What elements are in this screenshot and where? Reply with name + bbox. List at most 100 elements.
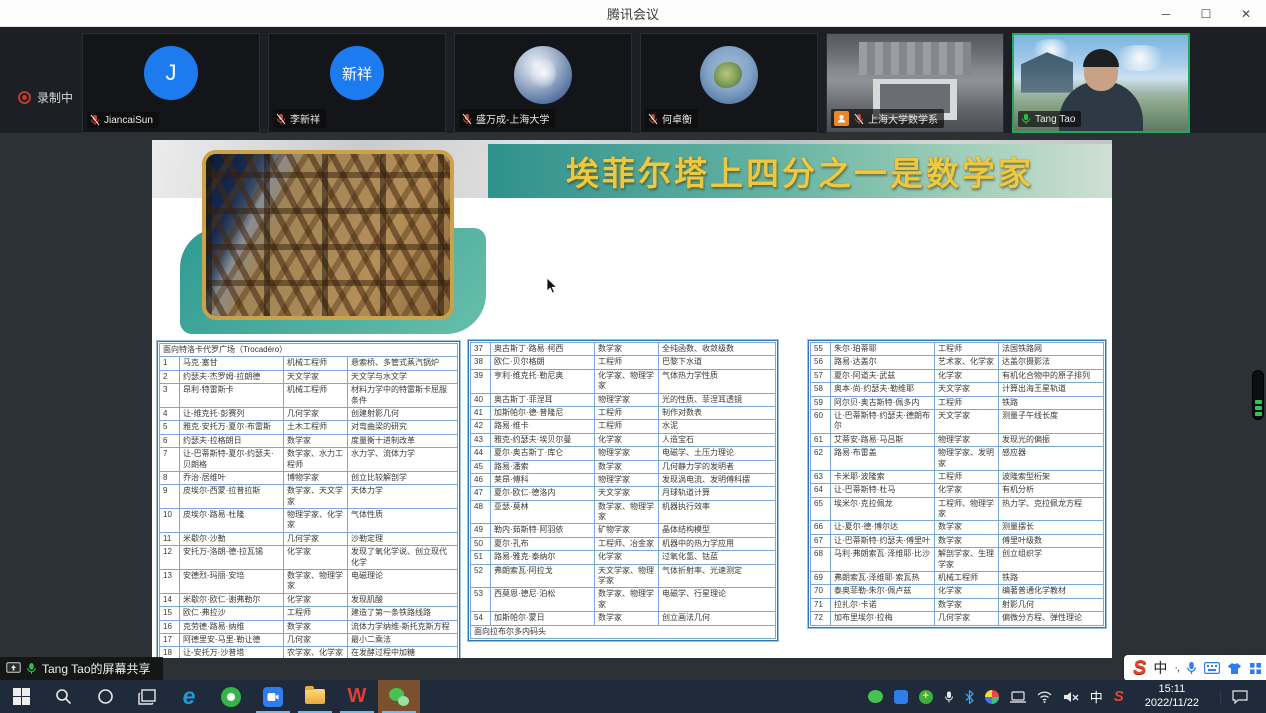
profession-cell: 工程师、冶金家: [595, 537, 659, 550]
table-row: 69弗朗索瓦·泽维耶·索瓦热机械工程师铁路: [811, 572, 1104, 585]
taskbar-edge-button[interactable]: e: [168, 680, 210, 713]
ime-language-toggle[interactable]: 中: [1153, 658, 1167, 678]
taskbar-browser-button[interactable]: [210, 680, 252, 713]
participant-name: 李新祥: [290, 111, 320, 126]
name-cell: 乔治·居维叶: [180, 471, 284, 484]
volume-muted-icon[interactable]: [1063, 691, 1079, 703]
ime-menu-grid-icon[interactable]: [1249, 662, 1262, 675]
name-cell: 约瑟夫·杰罗姆·拉朗德: [180, 370, 284, 383]
table-row: 60让·巴蒂斯特·约瑟夫·德朗布尔天文学家测量子午线长度: [811, 409, 1104, 433]
maximize-button[interactable]: ☐: [1186, 0, 1226, 27]
wechat-icon: [389, 688, 409, 706]
sogou-logo[interactable]: S: [1133, 658, 1146, 678]
name-cell: 奥古斯丁·菲涅耳: [491, 393, 595, 406]
wechat-tray-icon[interactable]: [868, 690, 883, 703]
action-center-button[interactable]: [1220, 690, 1258, 704]
profession-cell: 数学家、天文学家: [284, 485, 348, 509]
participant-tile-speaking[interactable]: Tang Tao: [1012, 33, 1190, 133]
name-cell: 夏尔·阿道夫·武兹: [831, 369, 935, 382]
profession-cell: 机械工程师: [284, 357, 348, 370]
table-row: 38欧仁·贝尔格朗工程师巴黎下水道: [471, 356, 776, 369]
table-row: 10皮埃尔·路易·杜隆物理学家、化学家气体性质: [160, 509, 458, 533]
task-view-button[interactable]: [126, 680, 168, 713]
name-cell: 让·巴蒂斯特·约瑟夫·傅里叶: [831, 534, 935, 547]
contribution-cell: 有机分析: [999, 484, 1104, 497]
profession-cell: 数学家: [284, 434, 348, 447]
taskbar-meeting-button[interactable]: [252, 680, 294, 713]
contribution-cell: 计算出海王星轨道: [999, 383, 1104, 396]
participant-tile[interactable]: 新祥 李新祥: [268, 33, 446, 133]
taskbar-clock[interactable]: 15:11 2022/11/22: [1135, 683, 1209, 711]
drive-pinwheel-icon[interactable]: [985, 690, 999, 704]
name-cell: 米歇尔·欧仁·谢弗勒尔: [180, 593, 284, 606]
punctuation-toggle-icon[interactable]: ·,: [1174, 662, 1179, 674]
taskbar-wechat-button[interactable]: [378, 680, 420, 713]
table-row: 57夏尔·阿道夫·武兹化学家有机化合物中的原子排列: [811, 369, 1104, 382]
input-language-indicator[interactable]: 中: [1090, 687, 1103, 706]
table-row: 3昂利·特雷斯卡机械工程师材料力学中的特雷斯卡屈服条件: [160, 384, 458, 408]
name-cell: 加斯帕尔·蒙日: [491, 612, 595, 625]
participant-name: Tang Tao: [1035, 114, 1075, 125]
avatar-earth: [514, 46, 572, 104]
taskbar-search-button[interactable]: [42, 680, 84, 713]
minimize-button[interactable]: ─: [1146, 0, 1186, 27]
row-number: 54: [471, 612, 491, 625]
ime-toolbar[interactable]: S 中 ·,: [1124, 655, 1266, 681]
profession-cell: 天文学家: [935, 409, 999, 433]
table-row: 70泰奥菲勒-朱尔·佩卢兹化学家编著普通化学教材: [811, 585, 1104, 598]
name-cell: 皮埃尔·路易·杜隆: [180, 509, 284, 533]
taskbar-wps-button[interactable]: W: [336, 680, 378, 713]
contribution-cell: 电磁学、土压力理论: [659, 447, 776, 460]
cortana-button[interactable]: [84, 680, 126, 713]
system-tray: + 中 S 15:11 2022/11/22: [868, 680, 1266, 713]
audio-level-indicator: [1252, 370, 1264, 420]
row-number: 52: [471, 564, 491, 588]
wifi-icon[interactable]: [1037, 691, 1052, 703]
microphone-tray-icon[interactable]: [944, 690, 954, 704]
contribution-cell: 制作对数表: [659, 406, 776, 419]
participant-tile[interactable]: 上海大学数学系: [826, 33, 1004, 133]
sogou-tray-icon[interactable]: S: [1114, 688, 1124, 705]
name-cell: 让-巴蒂斯特-夏尔-约瑟夫·贝朗格: [180, 448, 284, 472]
start-button[interactable]: [0, 680, 42, 713]
name-cell: 马克·塞甘: [180, 357, 284, 370]
row-number: 10: [160, 509, 180, 533]
skin-tshirt-icon[interactable]: [1227, 662, 1242, 675]
profession-cell: 工程师: [595, 356, 659, 369]
participant-tile[interactable]: J JiancaiSun: [82, 33, 260, 133]
table-row: 67让·巴蒂斯特·约瑟夫·傅里叶数学家傅里叶级数: [811, 534, 1104, 547]
mic-active-icon: [1021, 113, 1031, 125]
contribution-cell: 铁路: [999, 396, 1104, 409]
taskbar-explorer-button[interactable]: [294, 680, 336, 713]
voice-input-icon[interactable]: [1186, 661, 1197, 675]
file-explorer-icon: [305, 689, 325, 704]
record-icon: [18, 91, 31, 104]
profession-cell: 化学家: [935, 369, 999, 382]
name-cell: 雅克·安托万·夏尔·布雷斯: [180, 421, 284, 434]
meeting-tray-icon[interactable]: [894, 690, 908, 704]
audio-segment: [1255, 400, 1262, 404]
profession-cell: 工程师、物理学家: [935, 497, 999, 521]
name-cell: 夏尔·奥古斯丁·库仑: [491, 447, 595, 460]
participant-label: 李新祥: [273, 109, 326, 128]
table-row: 58奥本·尚·约瑟夫·勒维耶天文学家计算出海王星轨道: [811, 383, 1104, 396]
participant-tile[interactable]: 何卓衡: [640, 33, 818, 133]
profession-cell: 数学家、物理学家: [595, 588, 659, 612]
close-button[interactable]: ✕: [1226, 0, 1266, 27]
table-row: 48亚瑟·莫林数学家、物理学家机器执行效率: [471, 500, 776, 524]
virtual-keyboard-icon[interactable]: [1204, 662, 1220, 674]
updater-tray-icon[interactable]: +: [919, 690, 933, 704]
name-cell: 奥本·尚·约瑟夫·勒维耶: [831, 383, 935, 396]
name-cell: 欧仁·弗拉沙: [180, 607, 284, 620]
profession-cell: 几何学家: [935, 612, 999, 625]
mouse-cursor: [546, 277, 558, 295]
device-tray-icon[interactable]: [1010, 691, 1026, 703]
names-table: 37奥古斯丁·路易·柯西数学家全纯函数、收敛级数38欧仁·贝尔格朗工程师巴黎下水…: [470, 342, 776, 639]
bluetooth-icon[interactable]: [965, 690, 974, 704]
name-cell: 弗朗索瓦·阿拉戈: [491, 564, 595, 588]
name-cell: 奥古斯丁·路易·柯西: [491, 343, 595, 356]
mic-muted-icon: [90, 114, 100, 126]
participant-tile[interactable]: 盛万成-上海大学: [454, 33, 632, 133]
profession-cell: 农学家、化学家: [284, 647, 348, 658]
contribution-cell: 沙勒定理: [348, 532, 458, 545]
